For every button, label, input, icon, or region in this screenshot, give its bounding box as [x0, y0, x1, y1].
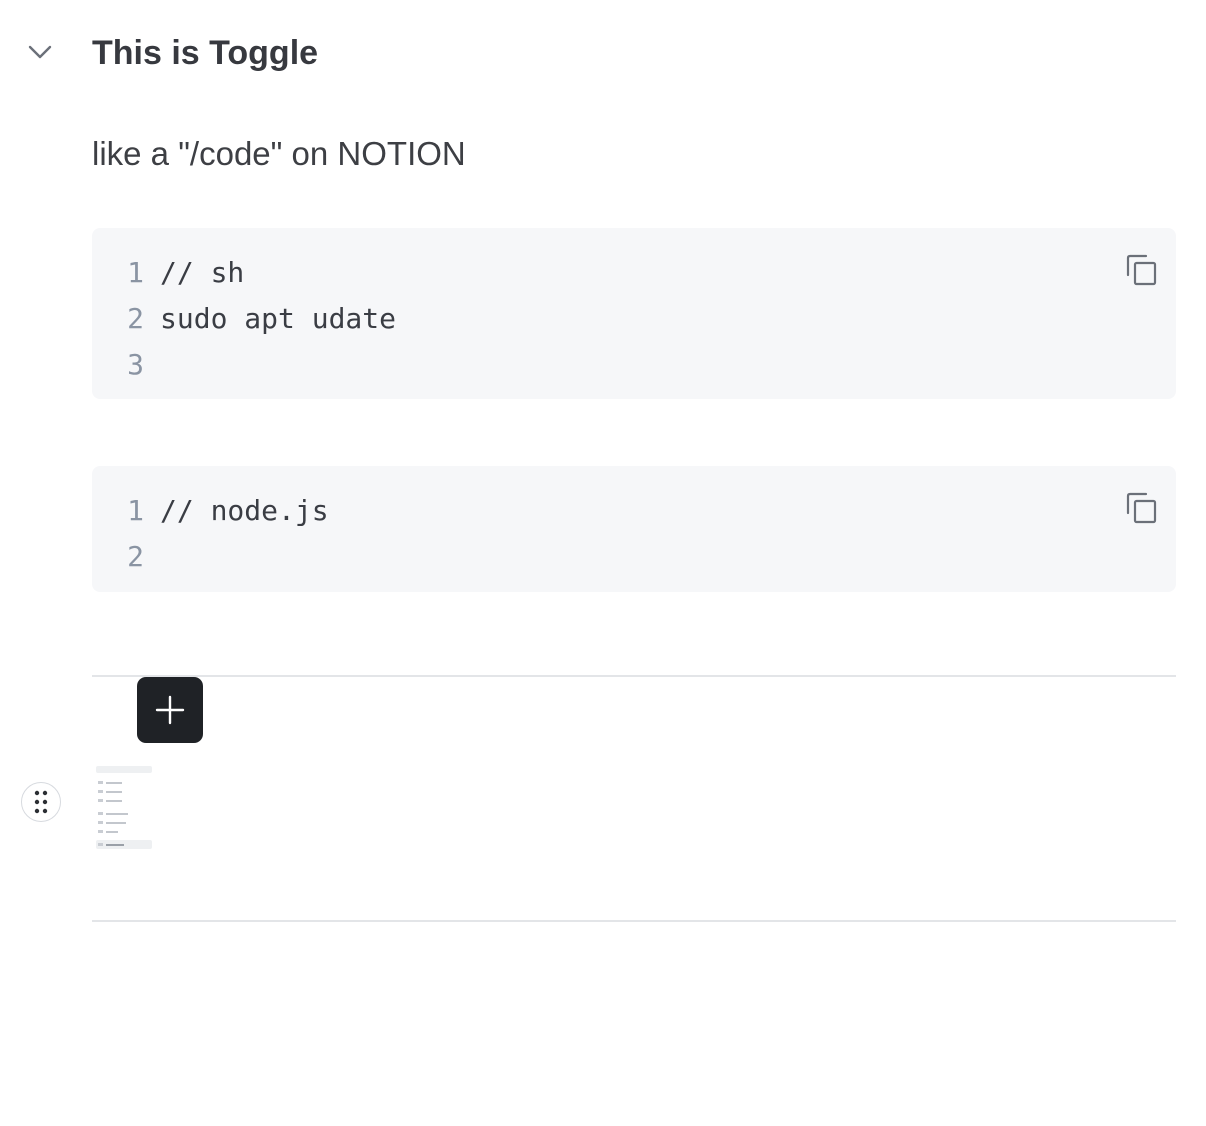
code-line: 2 — [92, 534, 329, 580]
paragraph-text[interactable]: like a "/code" on NOTION — [92, 132, 466, 176]
drag-handle-button[interactable] — [21, 782, 61, 822]
menu-item — [96, 787, 152, 796]
code-block-sh[interactable]: 1 // sh 2 sudo apt udate 3 — [92, 228, 1176, 399]
plus-icon — [155, 695, 185, 725]
code-line: 3 — [92, 342, 396, 388]
toggle-title[interactable]: This is Toggle — [92, 30, 318, 76]
block-menu-preview — [96, 766, 152, 850]
code-lines[interactable]: 1 // sh 2 sudo apt udate 3 — [92, 250, 396, 388]
line-number: 2 — [127, 540, 144, 573]
divider — [92, 920, 1176, 922]
code-text[interactable]: // sh — [160, 250, 244, 296]
code-lines[interactable]: 1 // node.js 2 — [92, 488, 329, 580]
menu-item — [96, 809, 152, 818]
drag-handle-icon — [34, 790, 48, 814]
code-block-node[interactable]: 1 // node.js 2 — [92, 466, 1176, 592]
copy-button[interactable] — [1124, 490, 1160, 526]
copy-icon — [1126, 254, 1157, 286]
code-text[interactable]: // node.js — [160, 488, 329, 534]
menu-item — [96, 818, 152, 827]
menu-item — [96, 827, 152, 836]
copy-icon — [1126, 492, 1157, 524]
line-number: 1 — [127, 256, 144, 289]
menu-item — [96, 778, 152, 787]
line-number: 1 — [127, 494, 144, 527]
code-line: 1 // node.js — [92, 488, 329, 534]
toggle-chevron-button[interactable] — [24, 36, 56, 68]
chevron-down-icon — [28, 45, 52, 59]
menu-search-placeholder — [96, 766, 152, 773]
copy-button[interactable] — [1124, 252, 1160, 288]
code-line: 2 sudo apt udate — [92, 296, 396, 342]
code-line: 1 // sh — [92, 250, 396, 296]
menu-item-selected — [96, 840, 152, 849]
menu-item — [96, 796, 152, 805]
divider — [92, 675, 1176, 677]
line-number: 2 — [127, 302, 144, 335]
line-number: 3 — [127, 348, 144, 381]
add-block-button[interactable] — [137, 677, 203, 743]
code-text[interactable]: sudo apt udate — [160, 296, 396, 342]
